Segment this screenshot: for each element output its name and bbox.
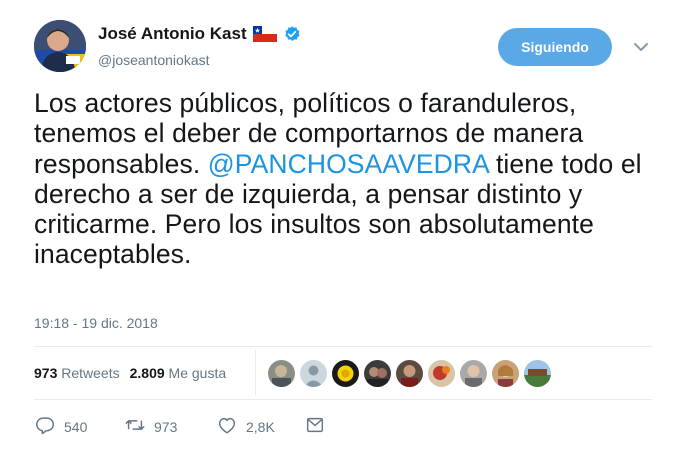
liker-avatar[interactable] <box>428 360 455 387</box>
author-name[interactable]: José Antonio Kast <box>98 24 247 44</box>
heart-icon <box>216 414 238 439</box>
retweet-icon <box>124 414 146 439</box>
like-count: 2,8K <box>246 418 275 435</box>
tweet-timestamp[interactable]: 19:18 - 19 dic. 2018 <box>34 315 158 331</box>
liker-avatar[interactable] <box>268 360 295 387</box>
reply-button[interactable]: 540 <box>34 414 124 439</box>
divider <box>34 346 652 347</box>
retweets-count: 973 <box>34 365 58 381</box>
retweet-button[interactable]: 973 <box>124 414 216 439</box>
liker-avatars <box>268 360 551 387</box>
chevron-down-icon[interactable] <box>632 38 650 56</box>
author-handle[interactable]: @joseantoniokast <box>98 52 210 68</box>
following-button[interactable]: Siguiendo <box>498 28 612 66</box>
reply-icon <box>34 414 56 439</box>
tweet-actions: 540 973 2,8K <box>34 414 326 439</box>
chile-flag-icon <box>252 26 277 42</box>
retweets-stat[interactable]: 973 Retweets <box>34 365 120 381</box>
retweets-label: Retweets <box>61 365 120 381</box>
message-icon <box>304 414 326 439</box>
avatar[interactable] <box>34 20 86 72</box>
likes-stat[interactable]: 2.809 Me gusta <box>130 365 227 381</box>
likes-count: 2.809 <box>129 365 165 381</box>
liker-avatar[interactable] <box>332 360 359 387</box>
verified-icon <box>283 25 301 43</box>
liker-avatar[interactable] <box>364 360 391 387</box>
likes-label: Me gusta <box>168 365 227 381</box>
mention-link[interactable]: @PANCHOSAAVEDRA <box>208 149 489 179</box>
liker-avatar[interactable] <box>396 360 423 387</box>
liker-avatar[interactable] <box>492 360 519 387</box>
liker-avatar[interactable] <box>300 360 327 387</box>
tweet-stats: 973 Retweets 2.809 Me gusta <box>34 365 226 381</box>
liker-avatar[interactable] <box>524 360 551 387</box>
author-name-row: José Antonio Kast <box>98 24 301 44</box>
stats-separator <box>255 350 256 395</box>
divider <box>34 399 652 400</box>
liker-avatar[interactable] <box>460 360 487 387</box>
retweet-count: 973 <box>154 418 178 435</box>
direct-message-button[interactable] <box>304 414 326 439</box>
reply-count: 540 <box>64 418 88 435</box>
tweet-text: Los actores públicos, políticos o farand… <box>34 88 664 270</box>
like-button[interactable]: 2,8K <box>216 414 304 439</box>
